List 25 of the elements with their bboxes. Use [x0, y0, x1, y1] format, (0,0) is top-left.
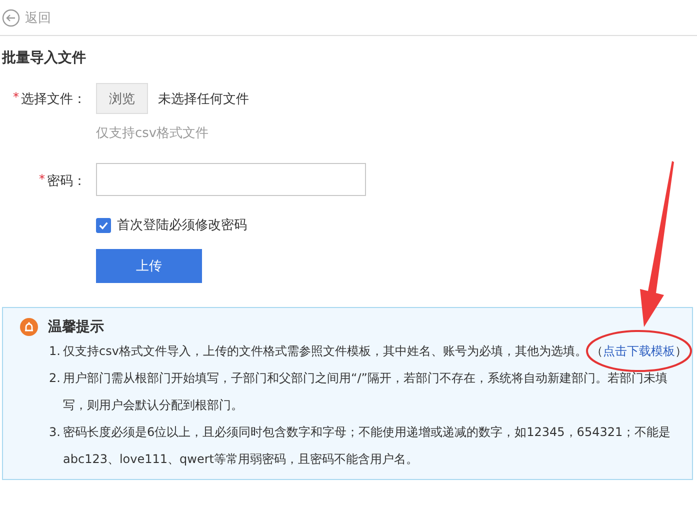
bell-icon: [20, 318, 38, 336]
list-number: 3.: [49, 424, 62, 441]
browse-button[interactable]: 浏览: [96, 83, 148, 114]
file-hint: 仅支持csv格式文件: [96, 125, 210, 142]
list-number: 2.: [49, 370, 62, 387]
required-asterisk: *: [13, 90, 19, 104]
bracket: ）: [674, 344, 687, 358]
tip-text: 密码长度必须是6位以上，且必须同时包含数字和字母；不能使用递增或递减的数字，如12345，654321；不能是abc123、love111、qwert等常用弱密码，且密码不能含用户名。: [63, 424, 672, 468]
required-asterisk: *: [39, 172, 45, 186]
tips-title: 温馨提示: [48, 318, 104, 336]
back-link[interactable]: 返回: [2, 8, 51, 26]
password-field[interactable]: [96, 163, 366, 196]
page-title: 批量导入文件: [2, 49, 87, 67]
checkbox[interactable]: [96, 218, 111, 232]
tip-text: 用户部门需从根部门开始填写，子部门和父部门之间用“/”隔开，若部门不存在，系统将自动新建部门。若部门未填写，则用户会默认分配到根部门。: [63, 370, 668, 414]
checkmark-icon: [98, 220, 109, 230]
bracket: （: [590, 344, 603, 358]
list-number: 1.: [49, 343, 62, 360]
file-status: 未选择任何文件: [158, 90, 249, 108]
checkbox-label: 首次登陆必须修改密码: [117, 217, 247, 234]
field-label: 密码：: [47, 173, 86, 190]
tip-text: 仅支持csv格式文件导入，上传的文件格式需参照文件模板，其中姓名、账号为必填，其他为选填。: [63, 343, 587, 360]
upload-button[interactable]: 上传: [96, 249, 202, 283]
field-label: 选择文件：: [21, 91, 86, 108]
download-template-link[interactable]: 点击下载模板: [602, 344, 675, 358]
